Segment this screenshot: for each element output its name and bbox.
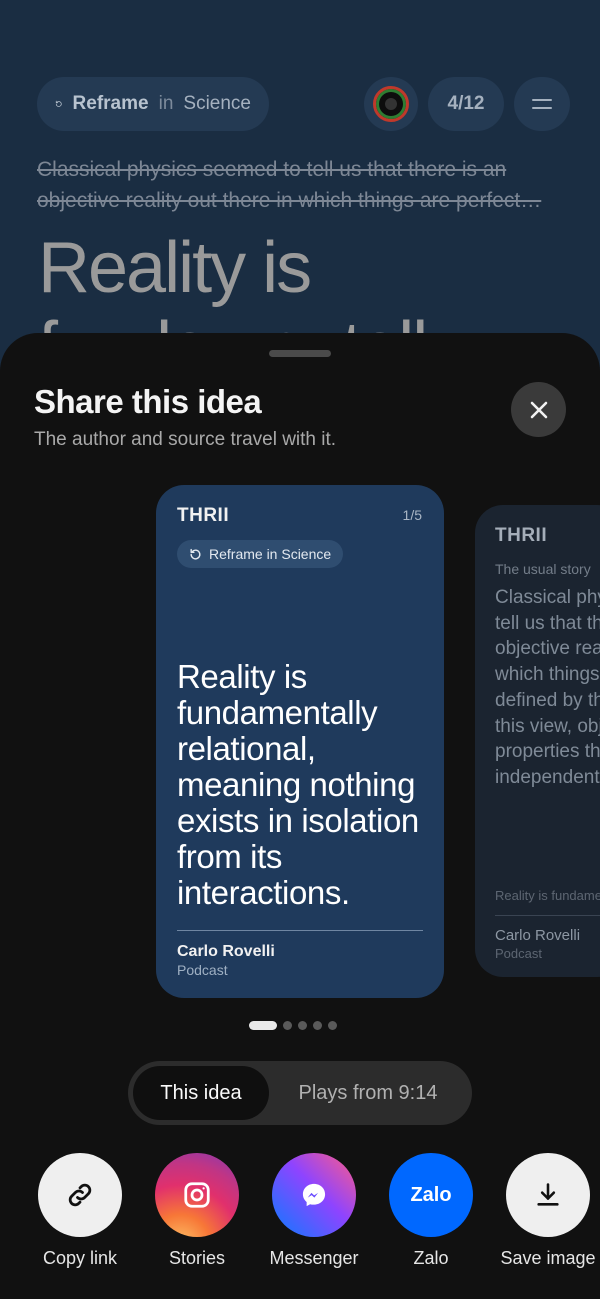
avatar bbox=[373, 86, 409, 122]
segment-plays-from[interactable]: Plays from 9:14 bbox=[269, 1066, 467, 1120]
card-pager bbox=[249, 1021, 337, 1030]
topic-pill-label: Reframe bbox=[72, 93, 149, 114]
pager-dot[interactable] bbox=[249, 1021, 277, 1030]
share-save-image[interactable]: Save image bbox=[488, 1153, 600, 1269]
share-messenger[interactable]: Messenger bbox=[254, 1153, 374, 1269]
share-sheet: Share this idea The author and source tr… bbox=[0, 333, 600, 1299]
share-card-main[interactable]: THRII 1/5 Reframe in Science Reality is … bbox=[156, 485, 444, 998]
card-page-indicator: 1/5 bbox=[402, 507, 422, 523]
topic-pill-topic: Science bbox=[183, 93, 251, 114]
card-source: Podcast bbox=[177, 962, 228, 978]
menu-icon bbox=[532, 99, 552, 101]
pager-dot[interactable] bbox=[298, 1021, 307, 1030]
card-brand: THRII bbox=[177, 505, 230, 526]
pager-dot[interactable] bbox=[313, 1021, 322, 1030]
share-label: Zalo bbox=[413, 1248, 449, 1268]
share-card-next[interactable]: THRII The usual story Classical physics … bbox=[475, 505, 600, 977]
segment-this-idea[interactable]: This idea bbox=[133, 1066, 269, 1120]
card-author: Carlo Rovelli bbox=[177, 943, 275, 960]
sheet-grabber[interactable] bbox=[269, 350, 331, 357]
share-label: Copy link bbox=[42, 1248, 118, 1268]
topic-pill[interactable]: Reframe in Science bbox=[37, 77, 269, 131]
share-label: Stories bbox=[168, 1248, 226, 1268]
card-author: Carlo Rovelli bbox=[495, 927, 581, 944]
card-quote: Reality is fundamentally relational, mea… bbox=[177, 658, 419, 911]
close-button[interactable] bbox=[511, 382, 566, 437]
download-icon bbox=[537, 1183, 559, 1206]
share-zalo[interactable]: Zalo Zalo bbox=[371, 1153, 491, 1269]
card-footer-text: Reality is fundamentally relational bbox=[495, 888, 600, 903]
share-label: Save image bbox=[500, 1248, 596, 1268]
copy-link-button[interactable] bbox=[38, 1153, 122, 1237]
card-divider bbox=[495, 915, 600, 916]
struck-line-2: objective reality out there in which thi… bbox=[37, 189, 542, 212]
zalo-button[interactable]: Zalo bbox=[389, 1153, 473, 1237]
progress-counter: 4/12 bbox=[428, 77, 504, 131]
menu-button[interactable] bbox=[514, 77, 570, 131]
struck-line-1: Classical physics seemed to tell us that… bbox=[37, 158, 507, 181]
sheet-subtitle: The author and source travel with it. bbox=[34, 429, 337, 450]
close-icon bbox=[530, 401, 547, 418]
pager-dot[interactable] bbox=[328, 1021, 337, 1030]
link-icon bbox=[68, 1183, 92, 1207]
share-label: Messenger bbox=[269, 1248, 359, 1268]
card-label: The usual story bbox=[495, 561, 591, 577]
save-image-button[interactable] bbox=[506, 1153, 590, 1237]
reframe-icon bbox=[55, 100, 62, 107]
zalo-icon: Zalo bbox=[410, 1183, 452, 1206]
sheet-title: Share this idea bbox=[34, 383, 262, 420]
card-divider bbox=[177, 930, 423, 931]
topic-pill-connector: in bbox=[158, 93, 174, 114]
avatar-button[interactable] bbox=[364, 77, 418, 131]
struck-paragraph: Classical physics seemed to tell us that… bbox=[37, 154, 567, 216]
share-stories[interactable]: Stories bbox=[137, 1153, 257, 1269]
card-topic-label: Reframe in Science bbox=[209, 546, 332, 562]
instagram-icon bbox=[184, 1182, 210, 1208]
card-source: Podcast bbox=[495, 946, 542, 961]
share-targets: Copy link Stories Messenger Zalo Zalo Sa… bbox=[0, 1153, 600, 1273]
card-brand: THRII bbox=[495, 525, 548, 546]
reframe-icon bbox=[190, 548, 201, 560]
stories-button[interactable] bbox=[155, 1153, 239, 1237]
card-body: Classical physics seemed to tell us that… bbox=[495, 587, 600, 788]
card-topic-tag: Reframe in Science bbox=[177, 540, 344, 568]
messenger-icon bbox=[302, 1183, 326, 1207]
share-copy-link[interactable]: Copy link bbox=[20, 1153, 140, 1269]
share-scope-toggle: This idea Plays from 9:14 bbox=[128, 1061, 472, 1125]
messenger-button[interactable] bbox=[272, 1153, 356, 1237]
pager-dot[interactable] bbox=[283, 1021, 292, 1030]
